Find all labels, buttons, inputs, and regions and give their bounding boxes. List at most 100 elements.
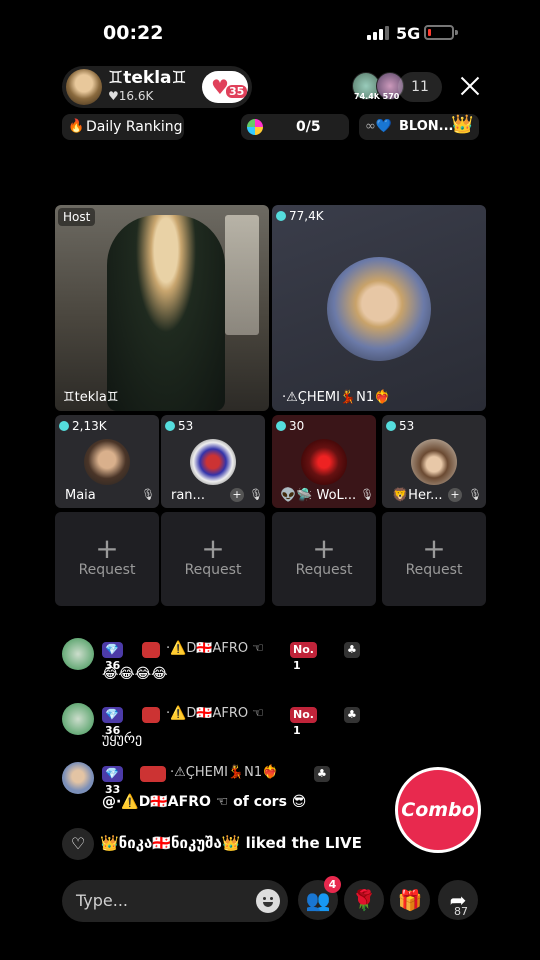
host-tile-name: ♊tekla♊ — [63, 390, 119, 405]
score-icon — [59, 421, 69, 431]
signal-icon — [367, 26, 389, 40]
plus-icon: + — [422, 532, 446, 565]
guest-avatar — [411, 439, 457, 485]
guest-avatar — [84, 439, 130, 485]
guest-icon: ♣ — [344, 642, 360, 658]
share-count: 87 — [454, 905, 468, 918]
fan-badge — [142, 707, 160, 723]
host-video-tile[interactable]: Host ♊tekla♊ — [55, 205, 269, 411]
request-slot[interactable]: + Request — [55, 512, 159, 606]
host-likes: ♥16.6K — [108, 89, 154, 103]
rank-badge: No. 1 — [290, 707, 317, 737]
guest-name: 👽🛸 WoL... — [280, 488, 357, 503]
add-icon[interactable]: + — [230, 488, 244, 502]
level-badge: 💎36 — [102, 707, 124, 737]
chat-username[interactable]: ·⚠️D🇬🇪AFRO ☜ — [166, 706, 264, 721]
gift-icon: 🎁 — [397, 888, 423, 912]
score-icon — [165, 421, 175, 431]
score-icon — [386, 421, 396, 431]
guest-name: Maia — [65, 488, 96, 503]
chat-avatar[interactable] — [62, 703, 94, 735]
score-icon — [276, 421, 286, 431]
status-time: 00:22 — [103, 22, 164, 44]
comment-placeholder: Type... — [76, 891, 129, 910]
close-icon[interactable] — [456, 72, 484, 100]
chat-text: უყურე — [102, 731, 143, 747]
add-icon[interactable]: + — [448, 488, 462, 502]
viewer-count[interactable]: 11 — [398, 72, 442, 102]
rank-badge: No. 1 — [290, 642, 317, 672]
chat-avatar[interactable] — [62, 638, 94, 670]
like-event-text: 👑ნიკა🇬🇪ნიკუშა👑 liked the LIVE — [100, 834, 362, 852]
chat-avatar[interactable] — [62, 762, 94, 794]
guest-tile[interactable]: 30 👽🛸 WoL... 🎙 — [272, 415, 376, 508]
fan-badge — [140, 766, 166, 782]
emoji-icon[interactable] — [256, 889, 280, 913]
level-badge: 💎36 — [102, 642, 124, 672]
guests-button[interactable]: 👥 4 — [298, 876, 341, 920]
guest-tile[interactable]: 2,13K Maia 🎙 — [55, 415, 159, 508]
guest-tile[interactable]: 53 🦁Her... + 🎙 — [382, 415, 486, 508]
status-bar: 00:22 5G — [0, 0, 540, 64]
gift-button[interactable]: 🎁 — [390, 880, 430, 920]
guest-score: 2,13K — [59, 419, 107, 433]
microphone-off-icon: 🎙 — [141, 488, 155, 501]
team-icon: ∞💙 — [365, 119, 393, 134]
follow-button[interactable]: ♥ 35 — [202, 71, 248, 103]
daily-ranking-button[interactable]: 🔥 Daily Ranking — [62, 114, 184, 140]
goal-progress[interactable]: 0/5 — [241, 114, 349, 140]
guests-icon: 👥 — [305, 888, 331, 912]
guest-score: 30 — [276, 419, 304, 433]
host-profile[interactable]: ♊tekla♊ ♥16.6K ♥ 35 — [62, 66, 252, 108]
team-label: BLON... — [399, 119, 454, 134]
host-name: ♊tekla♊ — [108, 68, 187, 88]
battery-icon — [424, 25, 454, 40]
guest-name: ran... — [171, 488, 205, 503]
battery-level — [428, 29, 431, 36]
microphone-off-icon: 🎙 — [360, 488, 374, 501]
guest-icon: ♣ — [314, 766, 330, 782]
daily-ranking-label: Daily Ranking — [86, 119, 183, 135]
team-button[interactable]: ∞💙 BLON... 👑 — [359, 114, 479, 140]
guest-tile[interactable]: 53 ran... + 🎙 — [161, 415, 265, 508]
bottom-bar: Type... 👥 4 🌹 🎁 ➦ 87 — [0, 876, 540, 924]
guest-score: 77,4K — [276, 209, 324, 223]
guest-avatar — [301, 439, 347, 485]
request-slot[interactable]: + Request — [161, 512, 265, 606]
guest-score: 53 — [165, 419, 193, 433]
chat-text: 😂😂😂😂 — [102, 666, 168, 682]
host-avatar[interactable] — [66, 69, 102, 105]
microphone-off-icon: 🎙 — [468, 488, 482, 501]
fan-badge — [142, 642, 160, 658]
guest-name: ·⚠ÇHEMI💃N1❤️‍🔥 — [282, 390, 391, 405]
comment-input[interactable]: Type... — [62, 880, 288, 922]
guest-avatar — [327, 257, 431, 361]
follow-badge-count: 35 — [226, 85, 248, 98]
combo-button[interactable]: Combo — [395, 767, 481, 853]
guest-score: 53 — [386, 419, 414, 433]
chat-username[interactable]: ·⚠ÇHEMI💃N1❤️‍🔥 — [170, 765, 278, 780]
chat-username[interactable]: ·⚠️D🇬🇪AFRO ☜ — [166, 641, 264, 656]
host-tag: Host — [58, 208, 96, 226]
score-icon — [276, 211, 286, 221]
plus-icon: + — [95, 532, 119, 565]
rose-icon: 🌹 — [351, 888, 377, 912]
level-badge: 💎33 — [102, 766, 124, 796]
battery-tip — [455, 30, 458, 35]
goal-count: 0/5 — [296, 119, 321, 135]
plus-icon: + — [201, 532, 225, 565]
guest-name: 🦁Her... — [392, 488, 443, 503]
heart-icon: ♡ — [62, 828, 94, 860]
request-slot[interactable]: + Request — [272, 512, 376, 606]
chat-text: @·⚠️D🇬🇪AFRO ☜ of cors 😎 — [102, 794, 307, 810]
request-slot[interactable]: + Request — [382, 512, 486, 606]
goal-icon — [247, 119, 263, 135]
fire-icon: 🔥 — [68, 119, 85, 134]
microphone-off-icon: 🎙 — [249, 488, 263, 501]
rose-button[interactable]: 🌹 — [344, 880, 384, 920]
host-video — [107, 215, 225, 411]
guest-tile-main[interactable]: 77,4K ·⚠ÇHEMI💃N1❤️‍🔥 — [272, 205, 486, 411]
guests-badge: 4 — [324, 876, 341, 893]
plus-icon: + — [312, 532, 336, 565]
guest-avatar — [190, 439, 236, 485]
